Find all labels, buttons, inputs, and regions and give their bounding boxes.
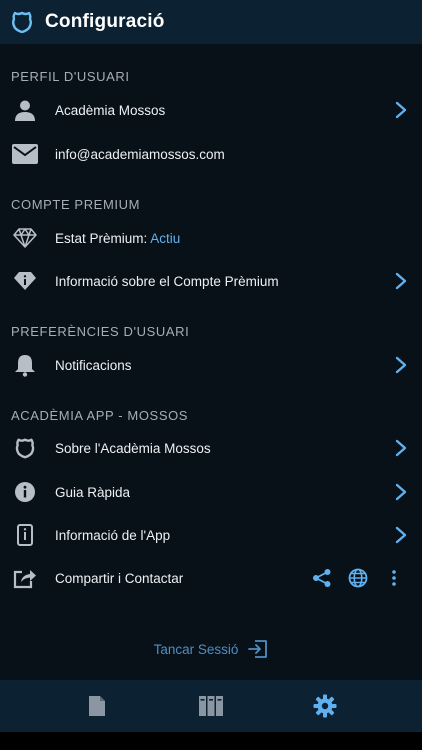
chevron-right-icon: [395, 272, 407, 290]
section-title-preferences: PREFERÈNCIES D'USUARI: [11, 324, 190, 339]
gear-icon: [313, 694, 337, 718]
section-title-profile: PERFIL D'USUARI: [11, 69, 130, 84]
diamond-outline-icon: [12, 225, 38, 251]
app-info-row[interactable]: Informació de l'App: [0, 515, 422, 555]
bottom-tab-bar: [0, 680, 422, 732]
tab-settings[interactable]: [295, 686, 355, 726]
more-vertical-icon[interactable]: [376, 565, 412, 591]
police-badge-icon: [12, 435, 38, 461]
chevron-right-icon: [395, 101, 407, 119]
profile-email-row: info@academiamossos.com: [0, 134, 422, 174]
notifications-label: Notificacions: [55, 357, 132, 373]
police-badge-icon: [12, 11, 32, 34]
page-title: Configuració: [45, 11, 165, 32]
chevron-right-icon: [395, 526, 407, 544]
chevron-right-icon: [395, 356, 407, 374]
share-contact-label: Compartir i Contactar: [55, 570, 184, 586]
device-info-icon: [12, 522, 38, 548]
section-title-premium: COMPTE PREMIUM: [11, 197, 141, 212]
globe-icon[interactable]: [340, 565, 376, 591]
profile-name: Acadèmia Mossos: [55, 102, 166, 118]
tab-documents[interactable]: [67, 686, 127, 726]
premium-status: Estat Prèmium: Actiu: [55, 231, 180, 246]
profile-name-row[interactable]: Acadèmia Mossos: [0, 90, 422, 130]
notifications-row[interactable]: Notificacions: [0, 345, 422, 385]
premium-info-row[interactable]: Informació sobre el Compte Prèmium: [0, 261, 422, 301]
premium-info-label: Informació sobre el Compte Prèmium: [55, 273, 279, 289]
about-row[interactable]: Sobre l'Acadèmia Mossos: [0, 428, 422, 468]
library-icon: [199, 696, 223, 716]
premium-status-row: Estat Prèmium: Actiu: [0, 218, 422, 258]
diamond-info-icon: [12, 268, 38, 294]
email-icon: [12, 141, 38, 167]
logout-button[interactable]: Tancar Sessió: [0, 640, 422, 658]
app-info-label: Informació de l'App: [55, 527, 171, 543]
logout-label: Tancar Sessió: [153, 641, 239, 657]
share-icon[interactable]: [304, 565, 340, 591]
settings-content: PERFIL D'USUARI Acadèmia Mossos info@aca…: [0, 44, 422, 680]
premium-status-value: Actiu: [150, 230, 181, 246]
quick-guide-row[interactable]: Guia Ràpida: [0, 472, 422, 512]
quick-guide-label: Guia Ràpida: [55, 484, 131, 500]
profile-email: info@academiamossos.com: [55, 146, 225, 162]
about-label: Sobre l'Acadèmia Mossos: [55, 440, 211, 456]
user-icon: [12, 97, 38, 123]
bottom-safe-area: [0, 732, 422, 750]
share-box-icon: [12, 565, 38, 591]
premium-status-label: Estat Prèmium:: [55, 230, 151, 246]
chevron-right-icon: [395, 483, 407, 501]
tab-library[interactable]: [181, 686, 241, 726]
bell-icon: [12, 352, 38, 378]
share-actions: [304, 565, 412, 591]
document-icon: [89, 696, 105, 716]
section-title-app: ACADÈMIA APP - MOSSOS: [11, 408, 189, 423]
chevron-right-icon: [395, 439, 407, 457]
app-header: Configuració: [0, 0, 422, 44]
info-circle-icon: [12, 479, 38, 505]
share-contact-row: Compartir i Contactar: [0, 558, 422, 598]
logout-icon: [248, 640, 268, 658]
